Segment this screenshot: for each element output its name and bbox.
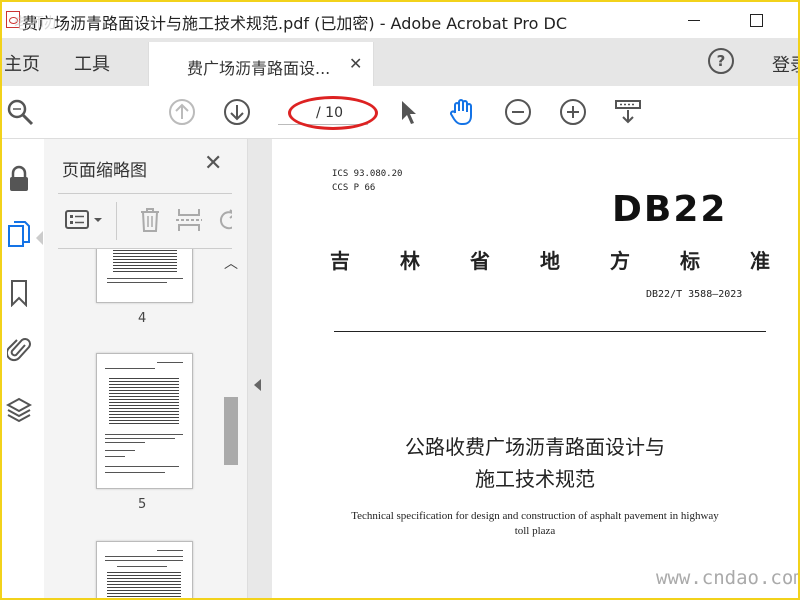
scrollbar-thumb[interactable] bbox=[224, 397, 238, 465]
left-rail bbox=[2, 139, 45, 598]
attachment-icon[interactable] bbox=[4, 333, 34, 365]
thumbnail-list: 4 5 bbox=[58, 249, 218, 598]
divider bbox=[116, 202, 117, 240]
thumbnail-label: 5 bbox=[138, 497, 147, 512]
thumbnail-scrollbar[interactable]: ︿ bbox=[220, 249, 242, 598]
heading-char: 地 bbox=[540, 249, 560, 273]
scroll-up-icon[interactable]: ︿ bbox=[224, 253, 238, 273]
document-viewport: ICS 93.080.20 CCS P 66 DB22 吉 林 省 地 方 标 … bbox=[248, 139, 798, 598]
app-window: 费广场沥青路面设计与施工技术规范.pdf (已加密) - Adobe Acrob… bbox=[2, 2, 798, 598]
tab-document[interactable]: 费广场沥青路面设... ✕ bbox=[148, 42, 374, 86]
standard-badge: DB22 bbox=[612, 189, 728, 230]
maximize-button[interactable] bbox=[736, 6, 776, 34]
toolbar: / 10 bbox=[2, 86, 798, 139]
heading-char: 准 bbox=[750, 249, 770, 273]
english-title-line1: Technical specification for design and c… bbox=[351, 510, 719, 522]
delete-page-icon[interactable] bbox=[138, 206, 162, 238]
document-tab-label: 费广场沥青路面设... bbox=[187, 59, 331, 78]
minimize-button[interactable] bbox=[674, 6, 714, 34]
select-cursor-icon[interactable] bbox=[392, 96, 424, 128]
document-title-line1: 公路收费广场沥青路面设计与 bbox=[405, 435, 665, 459]
title-watermark: 老师办 bbox=[14, 14, 60, 32]
signin-button[interactable]: 登录 bbox=[772, 51, 798, 77]
horizontal-rule bbox=[334, 331, 766, 332]
heading-char: 林 bbox=[400, 249, 420, 273]
thumbnail-panel: 页面缩略图 ✕ 4 5 ︿ bbox=[44, 139, 248, 598]
tab-tools[interactable]: 工具 bbox=[74, 50, 110, 76]
extract-page-icon[interactable] bbox=[176, 206, 202, 238]
close-tab-icon[interactable]: ✕ bbox=[349, 54, 362, 73]
english-title-line2: toll plaza bbox=[514, 525, 556, 537]
scroll-mode-icon[interactable] bbox=[612, 96, 644, 128]
site-watermark: www.cndao.com bbox=[656, 567, 798, 589]
tab-bar: 主页 工具 费广场沥青路面设... ✕ ? 登录 bbox=[2, 38, 798, 86]
hand-tool-icon[interactable] bbox=[446, 96, 478, 128]
province-standard-heading: 吉 林 省 地 方 标 准 bbox=[330, 245, 770, 274]
collapse-panel-icon[interactable] bbox=[254, 379, 261, 391]
red-annotation-circle bbox=[288, 96, 378, 130]
layers-icon[interactable] bbox=[4, 394, 34, 426]
document-title-line2: 施工技术规范 bbox=[475, 467, 595, 491]
zoom-in-icon[interactable] bbox=[557, 96, 589, 128]
pages-icon[interactable] bbox=[4, 219, 34, 251]
thumbnail-page-6[interactable] bbox=[96, 541, 193, 598]
thumbnail-page-5[interactable] bbox=[96, 353, 193, 489]
standard-number: DB22/T 3588—2023 bbox=[646, 289, 743, 300]
heading-char: 方 bbox=[610, 249, 630, 273]
zoom-out-icon[interactable] bbox=[502, 96, 534, 128]
bookmark-icon[interactable] bbox=[4, 277, 34, 309]
tab-home[interactable]: 主页 bbox=[4, 50, 40, 76]
previous-page-icon[interactable] bbox=[166, 96, 198, 128]
heading-char: 标 bbox=[680, 249, 700, 273]
close-panel-icon[interactable]: ✕ bbox=[204, 151, 222, 176]
panel-toolbar bbox=[58, 193, 232, 249]
title-bar: 费广场沥青路面设计与施工技术规范.pdf (已加密) - Adobe Acrob… bbox=[2, 2, 798, 38]
next-page-icon[interactable] bbox=[221, 96, 253, 128]
thumbnail-page-4[interactable] bbox=[96, 249, 193, 303]
heading-char: 吉 bbox=[330, 249, 350, 273]
window-title: 费广场沥青路面设计与施工技术规范.pdf (已加密) - Adobe Acrob… bbox=[22, 14, 568, 33]
active-indicator bbox=[36, 231, 43, 245]
options-menu-icon[interactable] bbox=[64, 208, 108, 232]
rotate-page-icon[interactable] bbox=[216, 206, 232, 238]
panel-title: 页面缩略图 bbox=[62, 161, 147, 181]
ics-code: ICS 93.080.20 bbox=[332, 169, 403, 179]
lock-icon[interactable] bbox=[4, 163, 34, 195]
search-icon[interactable] bbox=[4, 96, 36, 128]
thumbnail-label: 4 bbox=[138, 311, 147, 326]
ccs-code: CCS P 66 bbox=[332, 183, 376, 193]
pdf-page: ICS 93.080.20 CCS P 66 DB22 吉 林 省 地 方 标 … bbox=[272, 139, 798, 598]
help-icon[interactable]: ? bbox=[708, 48, 734, 74]
heading-char: 省 bbox=[470, 249, 490, 273]
